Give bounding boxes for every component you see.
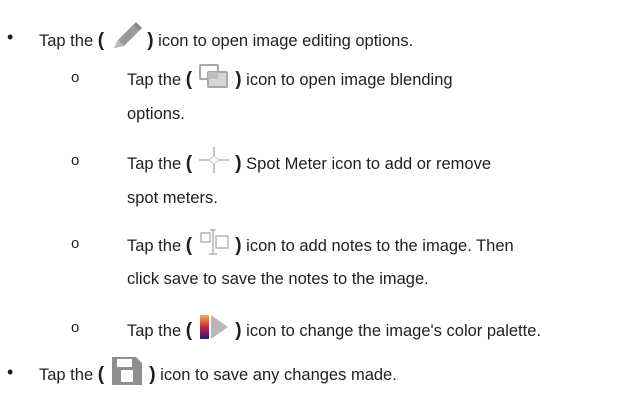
instruction-palette: Tap the ( ) icon to change the image's c… — [127, 314, 541, 349]
color-palette-icon — [197, 312, 231, 347]
instruction-blend: Tap the ( ) icon to open image blending — [127, 63, 453, 96]
open-paren: ( — [97, 29, 105, 51]
sub-bullet-notes: o — [71, 235, 80, 252]
instruction-edit: Tap the ( ) icon to open image editing o… — [39, 22, 414, 59]
instruction-blend-prefix: Tap the — [127, 70, 182, 89]
open-paren: ( — [185, 152, 193, 174]
instruction-palette-prefix: Tap the — [127, 321, 182, 340]
image-blend-icon — [197, 63, 231, 94]
pencil-edit-icon — [109, 22, 143, 57]
instruction-notes-prefix: Tap the — [127, 236, 182, 255]
instruction-save-suffix: icon to save any changes made. — [160, 365, 397, 384]
close-paren: ) — [235, 319, 242, 341]
close-paren: ) — [149, 363, 156, 385]
close-paren: ) — [235, 234, 242, 256]
instruction-edit-prefix: Tap the — [39, 31, 94, 50]
bullet-save: • — [7, 362, 14, 382]
instruction-spot-continuation: spot meters. — [127, 189, 218, 207]
instruction-blend-continuation: options. — [127, 105, 185, 123]
sub-bullet-blend: o — [71, 69, 80, 86]
instruction-spot: Tap the ( ) Spot Meter icon to add or re… — [127, 146, 492, 181]
instruction-blend-suffix: icon to open image blending — [246, 70, 453, 89]
open-paren: ( — [185, 319, 193, 341]
close-paren: ) — [235, 152, 242, 174]
instruction-notes-continuation: click save to save the notes to the imag… — [127, 270, 429, 288]
sub-bullet-spot: o — [71, 152, 80, 169]
instruction-notes: Tap the ( ) icon to add notes to the ima… — [127, 228, 514, 263]
instruction-save-prefix: Tap the — [39, 365, 94, 384]
instruction-edit-suffix: icon to open image editing options. — [158, 31, 414, 50]
sub-bullet-palette: o — [71, 319, 80, 336]
instruction-spot-prefix: Tap the — [127, 154, 182, 173]
instruction-palette-suffix: icon to change the image's color palette… — [246, 321, 541, 340]
instruction-spot-suffix: Spot Meter icon to add or remove — [246, 154, 492, 173]
spot-meter-crosshair-icon — [197, 146, 231, 179]
save-floppy-icon — [109, 355, 145, 392]
open-paren: ( — [185, 68, 193, 90]
open-paren: ( — [185, 234, 193, 256]
close-paren: ) — [235, 68, 242, 90]
instruction-save: Tap the ( ) icon to save any changes mad… — [39, 357, 397, 394]
bullet-edit: • — [7, 27, 14, 47]
open-paren: ( — [97, 363, 105, 385]
notes-annotation-icon — [197, 228, 231, 261]
close-paren: ) — [147, 29, 154, 51]
instruction-notes-suffix: icon to add notes to the image. Then — [246, 236, 514, 255]
